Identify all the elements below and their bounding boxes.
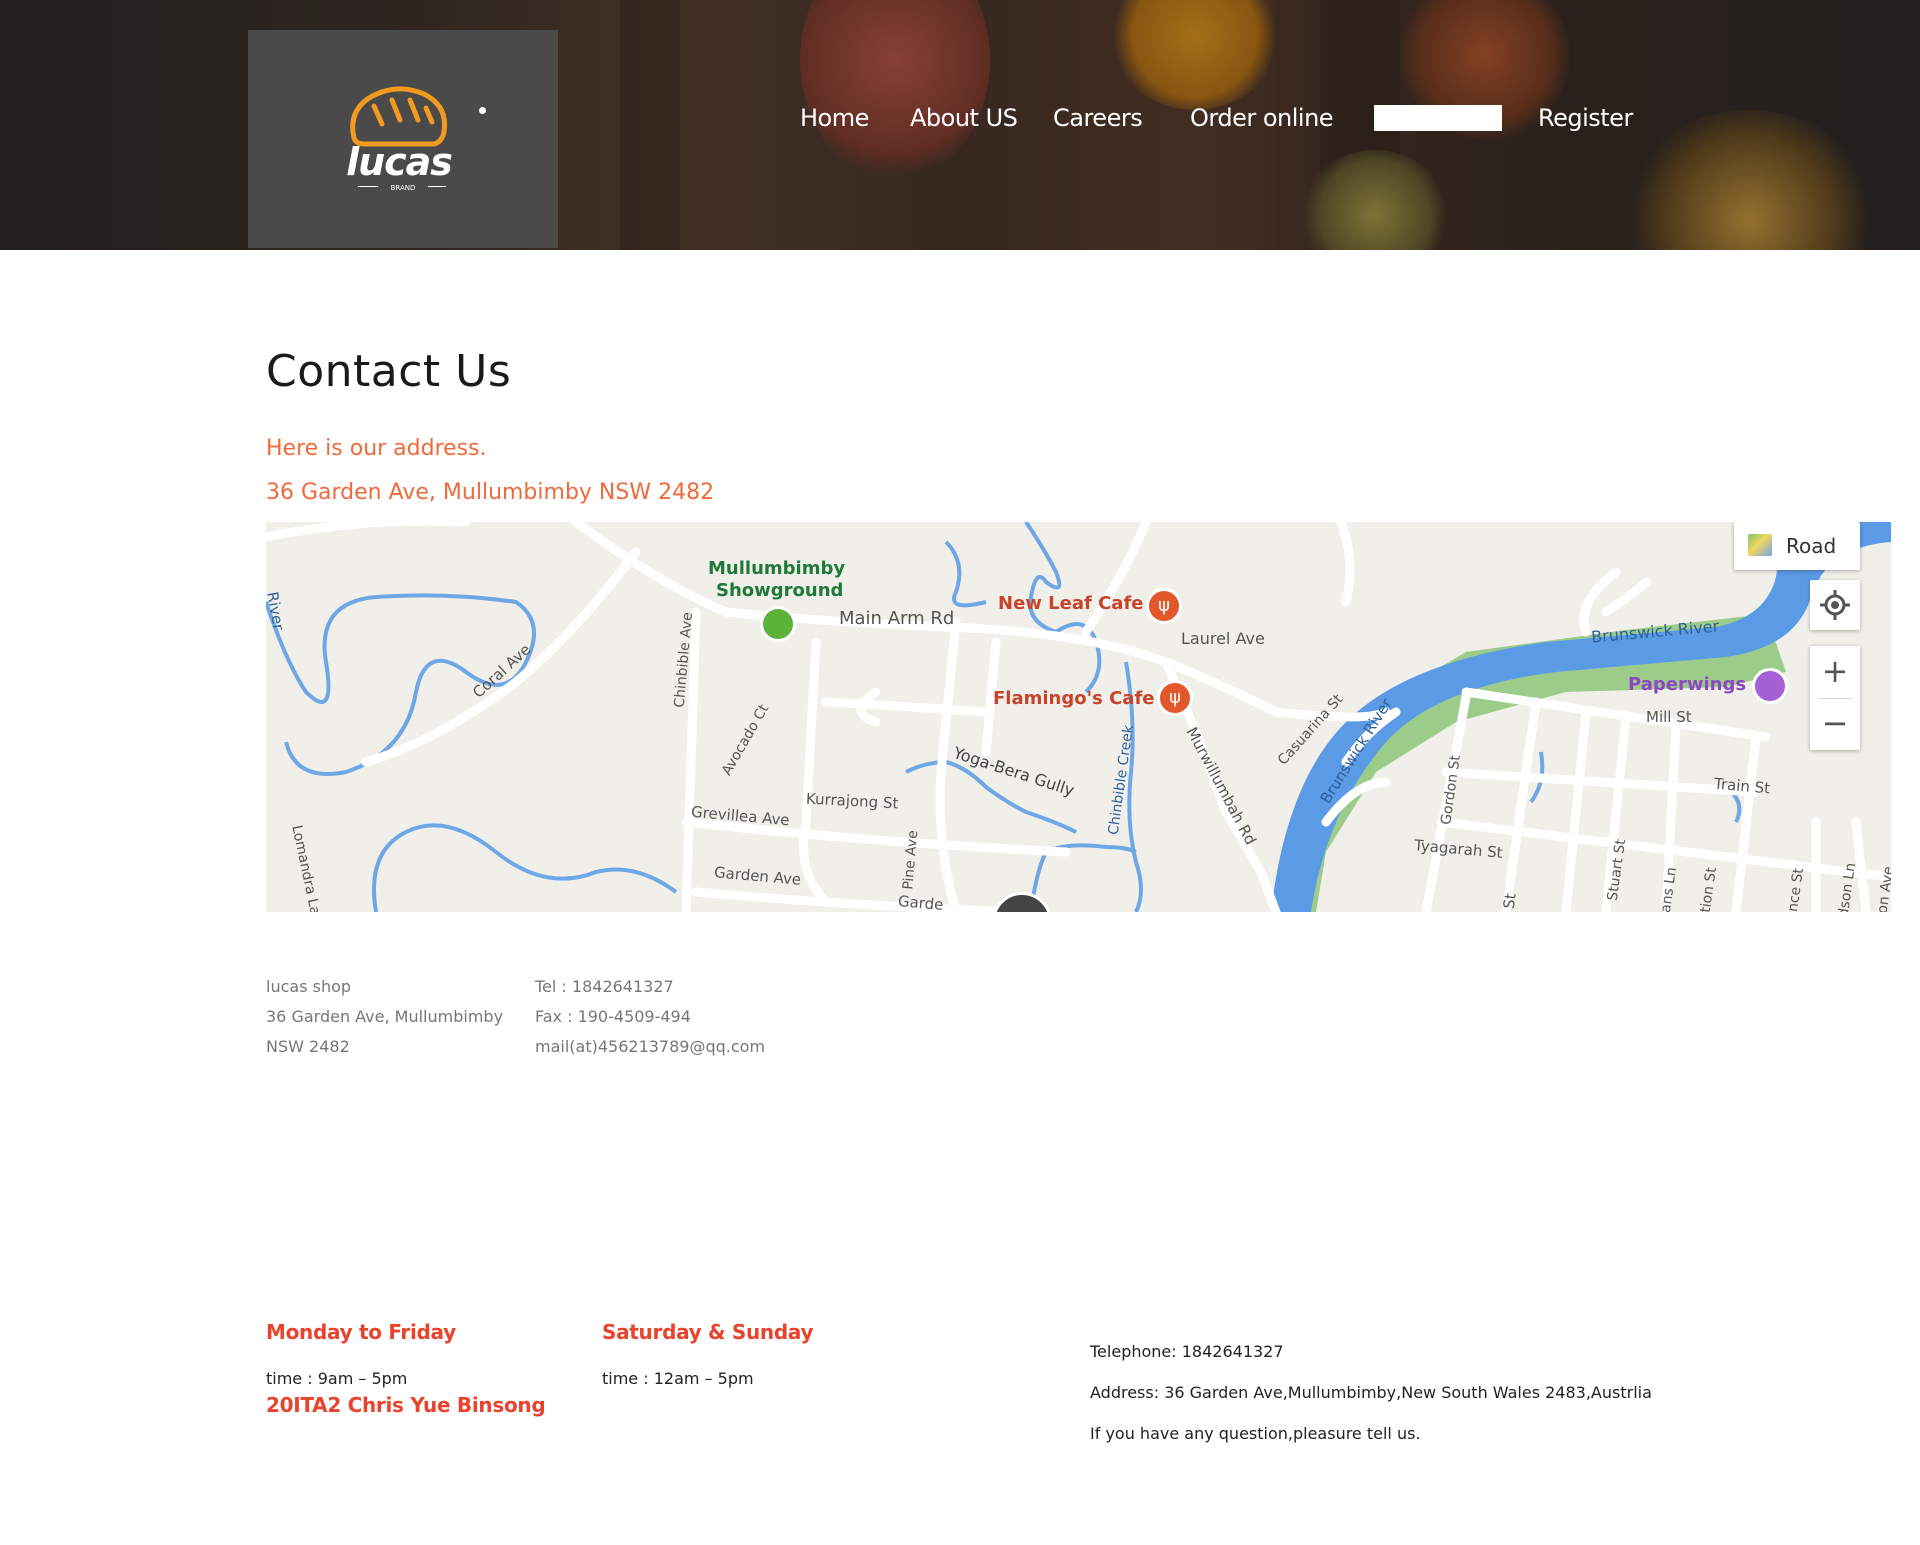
author-credit: 20ITA2 Chris Yue Binsong xyxy=(266,1393,546,1417)
nav-order-online[interactable]: Order online xyxy=(1190,100,1334,136)
shop-email[interactable]: mail(at)456213789@qq.com xyxy=(535,1032,765,1062)
address-line: 36 Garden Ave, Mullumbimby NSW 2482 xyxy=(266,480,715,505)
nav-about-us[interactable]: About US xyxy=(910,100,1018,136)
fork-knife-icon: ψ xyxy=(1158,595,1170,616)
shop-pin-icon[interactable] xyxy=(1752,668,1788,704)
map-label-flamingos-cafe: Flamingo's Cafe xyxy=(993,688,1155,709)
restaurant-pin-icon[interactable]: ψ xyxy=(1146,588,1182,624)
map-type-icon xyxy=(1748,534,1772,556)
map-label-new-leaf-cafe: New Leaf Cafe xyxy=(998,593,1144,614)
nav-register[interactable]: Register xyxy=(1538,100,1633,136)
shop-tel: Tel : 1842641327 xyxy=(535,977,674,996)
map-label-showground-2: Showground xyxy=(716,580,844,601)
map-label-garden-ave-cut: Garde xyxy=(897,892,945,912)
location-map[interactable]: Mullumbimby Showground Main Arm Rd New L… xyxy=(266,522,1891,912)
nav-home[interactable]: Home xyxy=(800,100,869,136)
zoom-in-icon[interactable]: + xyxy=(1810,646,1860,696)
footer-question: If you have any question,pleasure tell u… xyxy=(1090,1424,1421,1443)
weekend-hours-title: Saturday & Sunday xyxy=(602,1320,814,1344)
logo-brand-sub: BRAND xyxy=(378,184,428,192)
map-label-main-arm-rd: Main Arm Rd xyxy=(839,608,955,629)
nav-contact-us[interactable]: Contact Us xyxy=(1374,105,1503,131)
map-type-button[interactable]: Road xyxy=(1734,522,1860,570)
shop-info: lucas shop 36 Garden Ave, Mullumbimby NS… xyxy=(266,972,503,1062)
shop-address-street: 36 Garden Ave, Mullumbimby xyxy=(266,1007,504,1026)
fork-knife-icon: ψ xyxy=(1169,687,1181,708)
my-location-button[interactable] xyxy=(1810,580,1860,630)
page-title: Contact Us xyxy=(266,346,512,397)
weekday-hours-time: time : 9am – 5pm xyxy=(266,1369,408,1388)
zoom-out-icon[interactable]: − xyxy=(1810,698,1860,748)
shop-address-state: NSW 2482 xyxy=(266,1037,350,1056)
logo-brand-name: lucas xyxy=(346,140,453,184)
restaurant-pin-icon[interactable]: ψ xyxy=(1157,680,1193,716)
weekend-hours-time: time : 12am – 5pm xyxy=(602,1369,754,1388)
footer-telephone: Telephone: 1842641327 xyxy=(1090,1342,1284,1361)
footer-address: Address: 36 Garden Ave,Mullumbimby,New S… xyxy=(1090,1383,1652,1402)
map-type-label: Road xyxy=(1786,534,1837,558)
header-banner: lucas BRAND Home About US Careers Order … xyxy=(0,0,1920,250)
map-label-mill-st: Mill St xyxy=(1646,708,1692,726)
locate-icon xyxy=(1820,590,1850,620)
map-label-st: St xyxy=(1499,892,1520,910)
shop-contact: Tel : 1842641327 Fax : 190-4509-494 mail… xyxy=(535,972,765,1062)
weekday-hours-title: Monday to Friday xyxy=(266,1320,456,1344)
shop-name: lucas shop xyxy=(266,977,352,996)
map-label-showground-1: Mullumbimby xyxy=(708,558,846,579)
nav-careers[interactable]: Careers xyxy=(1053,100,1143,136)
shop-fax: Fax : 190-4509-494 xyxy=(535,1007,691,1026)
logo-dot xyxy=(479,107,486,114)
showground-pin-icon[interactable] xyxy=(760,606,796,642)
map-label-laurel-ave: Laurel Ave xyxy=(1181,629,1265,648)
logo-box[interactable]: lucas BRAND xyxy=(248,30,558,248)
address-intro: Here is our address. xyxy=(266,436,487,461)
map-label-paperwings: Paperwings xyxy=(1628,674,1747,695)
zoom-controls: + − xyxy=(1810,646,1860,750)
